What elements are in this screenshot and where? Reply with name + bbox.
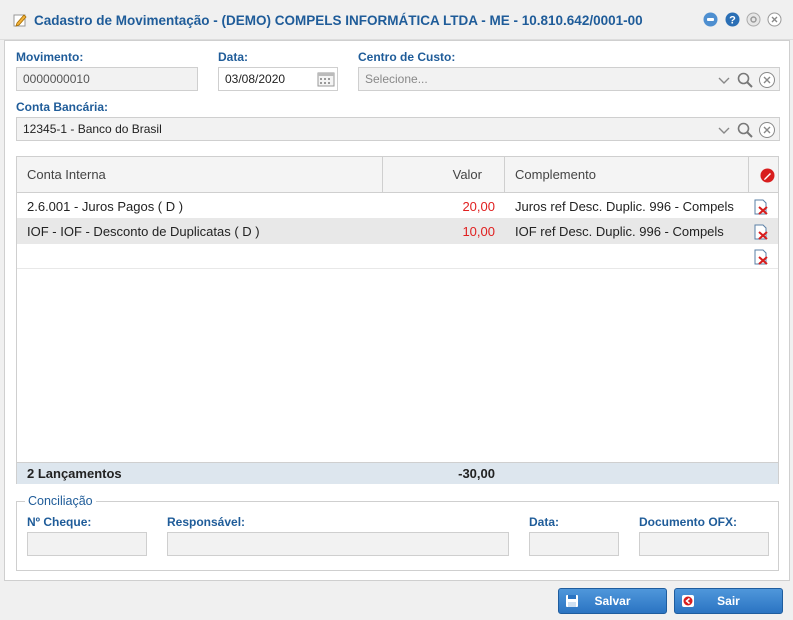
cheque-label: Nº Cheque: [27, 515, 92, 529]
delete-all-icon[interactable] [760, 168, 775, 183]
window-title: Cadastro de Movimentação - (DEMO) COMPEL… [34, 13, 643, 28]
conciliacao-legend: Conciliação [25, 494, 96, 508]
conciliacao-group: Conciliação Nº Cheque: Responsável: Data… [16, 494, 779, 571]
clear-icon[interactable] [758, 71, 776, 89]
cheque-field[interactable] [27, 532, 147, 556]
remove-row-icon[interactable] [753, 249, 769, 265]
total-value: -30,00 [458, 466, 495, 481]
documento-ofx-label: Documento OFX: [639, 515, 737, 529]
conciliacao-data-label: Data: [529, 515, 560, 529]
movimento-field[interactable]: 0000000010 [16, 67, 198, 91]
cell-conta: IOF - IOF - Desconto de Duplicatas ( D ) [27, 224, 260, 239]
search-icon[interactable] [736, 121, 754, 139]
responsavel-label: Responsável: [167, 515, 246, 529]
documento-ofx-field[interactable] [639, 532, 769, 556]
lancamentos-count: 2 Lançamentos [27, 466, 122, 481]
save-button-label: Salvar [594, 594, 631, 608]
floppy-icon [566, 595, 578, 607]
data-value: 03/08/2020 [225, 72, 286, 86]
table-row-empty[interactable] [17, 244, 778, 269]
settings-icon[interactable] [746, 12, 761, 27]
lancamentos-grid: Conta Interna Valor Complemento 2.6.001 … [16, 156, 779, 484]
svg-text:?: ? [729, 15, 736, 27]
conta-bancaria-label: Conta Bancária: [16, 100, 109, 114]
clear-icon[interactable] [758, 121, 776, 139]
exit-button[interactable]: Sair [674, 588, 783, 614]
col-complemento[interactable]: Complemento [505, 157, 749, 193]
centro-custo-placeholder: Selecione... [365, 72, 428, 86]
centro-custo-label: Centro de Custo: [358, 50, 456, 64]
chevron-down-icon[interactable] [715, 71, 733, 89]
cell-complemento: IOF ref Desc. Duplic. 996 - Compels [515, 224, 724, 239]
data-label: Data: [218, 50, 249, 64]
movimento-label: Movimento: [16, 50, 84, 64]
conciliacao-data-field[interactable] [529, 532, 619, 556]
cell-complemento: Juros ref Desc. Duplic. 996 - Compels [515, 199, 734, 214]
table-row[interactable]: IOF - IOF - Desconto de Duplicatas ( D )… [17, 219, 778, 244]
help-icon[interactable]: ? [725, 12, 740, 27]
grid-header: Conta Interna Valor Complemento [17, 157, 778, 193]
search-icon[interactable] [736, 71, 754, 89]
data-field[interactable]: 03/08/2020 [218, 67, 338, 91]
edit-icon [13, 14, 27, 27]
save-button[interactable]: Salvar [558, 588, 667, 614]
cell-conta: 2.6.001 - Juros Pagos ( D ) [27, 199, 184, 214]
title-bar: Cadastro de Movimentação - (DEMO) COMPEL… [0, 0, 793, 40]
chevron-down-icon[interactable] [715, 121, 733, 139]
exit-button-label: Sair [717, 594, 740, 608]
remove-row-icon[interactable] [753, 224, 769, 240]
close-icon[interactable] [767, 12, 782, 27]
conta-bancaria-value: 12345-1 - Banco do Brasil [23, 122, 162, 136]
minimize-icon[interactable] [703, 12, 718, 27]
remove-row-icon[interactable] [753, 199, 769, 215]
col-conta-interna[interactable]: Conta Interna [17, 157, 383, 193]
form-panel: Movimento: 0000000010 Data: 03/08/2020 C… [4, 40, 790, 581]
calendar-icon[interactable] [317, 70, 335, 88]
conta-bancaria-select[interactable]: 12345-1 - Banco do Brasil [16, 117, 780, 141]
exit-icon [682, 595, 694, 607]
grid-footer: 2 Lançamentos -30,00 [17, 462, 778, 484]
col-valor[interactable]: Valor [383, 157, 505, 193]
cell-valor: 10,00 [462, 224, 495, 239]
cell-valor: 20,00 [462, 199, 495, 214]
responsavel-field[interactable] [167, 532, 509, 556]
table-row[interactable]: 2.6.001 - Juros Pagos ( D ) 20,00 Juros … [17, 194, 778, 219]
centro-custo-select[interactable]: Selecione... [358, 67, 780, 91]
